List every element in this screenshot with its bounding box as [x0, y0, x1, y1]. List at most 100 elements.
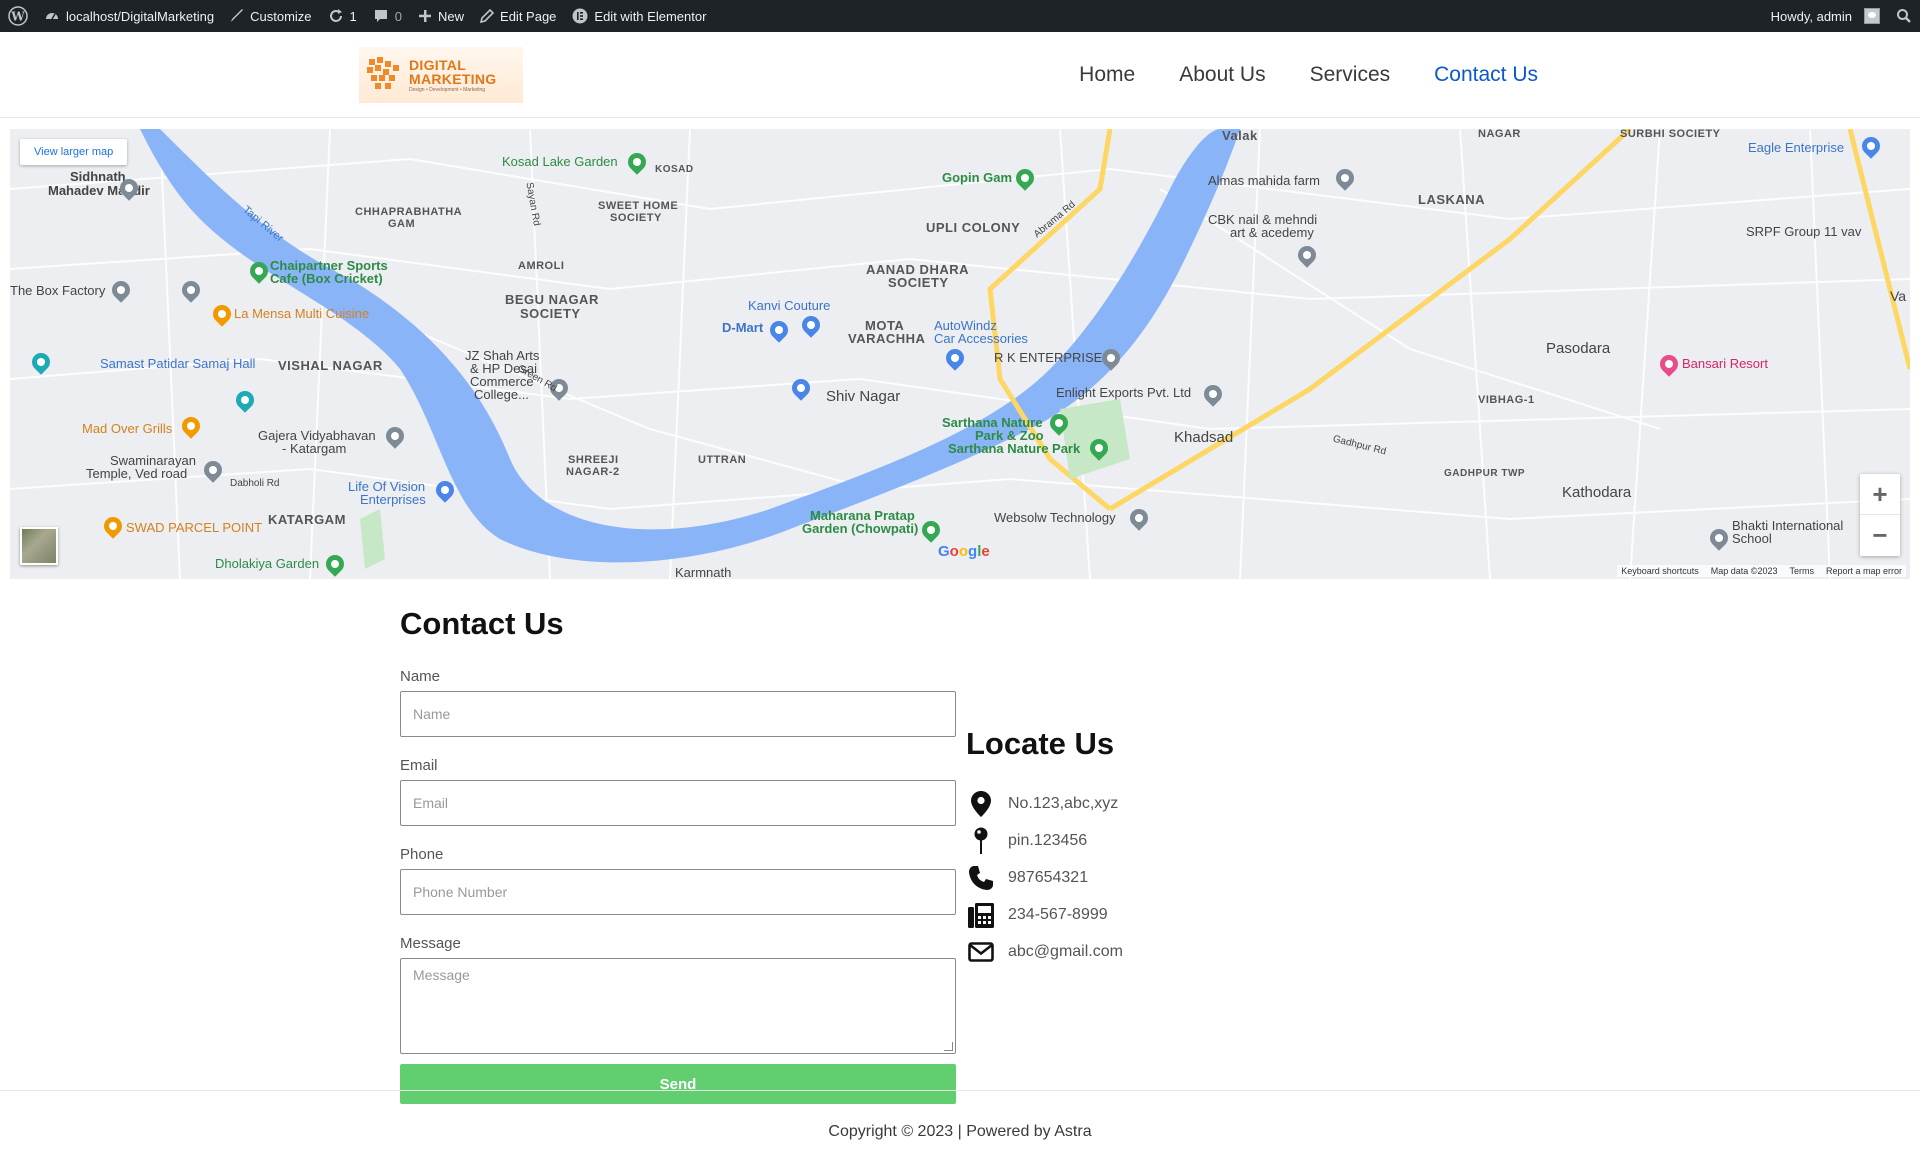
terms-link[interactable]: Terms: [1789, 566, 1814, 576]
admin-updates-link[interactable]: 1: [320, 0, 365, 32]
svg-text:W: W: [10, 10, 25, 24]
report-map-error-link[interactable]: Report a map error: [1826, 566, 1902, 576]
elementor-icon: [572, 8, 588, 24]
map-label: - Katargam: [282, 441, 347, 456]
locate-title: Locate Us: [966, 726, 1115, 761]
search-icon: [1897, 9, 1911, 23]
map-label: College...: [474, 387, 529, 402]
map-label: Samast Patidar Samaj Hall: [100, 356, 256, 371]
message-field[interactable]: Message: [400, 958, 956, 1054]
map-label: Mad Over Grills: [82, 421, 173, 436]
admin-howdy-label: Howdy, admin: [1770, 8, 1852, 24]
google-map[interactable]: View larger map Sidhnath Mahadev Mandir …: [10, 129, 1910, 579]
zoom-out-button[interactable]: −: [1860, 515, 1900, 556]
map-zoom-controls: + −: [1860, 474, 1900, 556]
admin-search-button[interactable]: [1888, 0, 1920, 32]
map-label: Karmnath: [675, 565, 732, 579]
map-label: LASKANA: [1418, 192, 1486, 207]
admin-comments-count: 0: [394, 8, 403, 24]
envelope-icon: [966, 937, 996, 967]
map-label: KATARGAM: [268, 512, 346, 527]
avatar: [1864, 8, 1880, 24]
phone-text: 987654321: [1008, 868, 1089, 886]
site-header: DIGITAL MARKETING Design • Development •…: [0, 32, 1920, 118]
zoom-in-button[interactable]: +: [1860, 474, 1900, 515]
admin-edit-page-link[interactable]: Edit Page: [472, 0, 564, 32]
comment-icon: [374, 10, 387, 22]
keyboard-shortcuts-link[interactable]: Keyboard shortcuts: [1621, 566, 1699, 576]
nav-contact-us[interactable]: Contact Us: [1434, 63, 1538, 87]
main-nav: Home About Us Services Contact Us: [1079, 32, 1538, 118]
map-label: SWEET HOME: [598, 200, 679, 212]
map-label: Valak: [1222, 129, 1258, 143]
copyright-text: Copyright © 2023 | Powered by Astra: [828, 1123, 1092, 1140]
map-label: Garden (Chowpati): [802, 521, 919, 536]
wordpress-logo-icon[interactable]: W: [0, 0, 36, 32]
message-placeholder: Message: [413, 967, 470, 983]
list-item: 234-567-8999: [966, 896, 1123, 933]
map-label: The Box Factory: [10, 283, 106, 298]
map-label: Gopin Gam: [942, 170, 1013, 185]
phone-field[interactable]: Phone Number: [400, 869, 956, 915]
map-label: GAM: [388, 218, 416, 230]
map-label: Pasodara: [1546, 340, 1611, 357]
map-label: KOSAD: [655, 164, 694, 175]
map-label: Car Accessories: [934, 331, 1028, 346]
email-text: abc@gmail.com: [1008, 942, 1123, 960]
map-label: VARACHHA: [848, 331, 926, 346]
map-label: SOCIETY: [888, 275, 949, 290]
map-label: Va: [1890, 288, 1907, 304]
map-label: SURBHI SOCIETY: [1620, 129, 1721, 140]
fax-text: 234-567-8999: [1008, 905, 1108, 923]
map-label: Kosad Lake Garden: [502, 154, 618, 169]
list-item: 987654321: [966, 859, 1123, 896]
name-field[interactable]: Name: [400, 691, 956, 737]
list-item: No.123,abc,xyz: [966, 785, 1123, 822]
admin-account-menu[interactable]: Howdy, admin: [1763, 0, 1888, 32]
nav-about-us[interactable]: About Us: [1179, 63, 1265, 87]
map-label: AMROLI: [518, 260, 565, 272]
map-label: Enterprises: [360, 492, 426, 507]
map-marker-icon: [966, 789, 996, 819]
admin-new-label: New: [438, 8, 465, 24]
admin-comments-link[interactable]: 0: [365, 0, 410, 32]
site-logo[interactable]: DIGITAL MARKETING Design • Development •…: [359, 47, 523, 103]
email-field[interactable]: Email: [400, 780, 956, 826]
map-label: Eagle Enterprise: [1748, 140, 1845, 155]
contact-form: Name Name Email Email Phone Phone Number…: [400, 668, 956, 1104]
admin-elementor-link[interactable]: Edit with Elementor: [564, 0, 714, 32]
map-label: VIBHAG-1: [1478, 394, 1535, 406]
fax-icon: [966, 900, 996, 930]
message-label: Message: [400, 935, 461, 952]
map-label: NAGAR: [1478, 129, 1521, 140]
satellite-toggle-button[interactable]: [20, 527, 58, 565]
map-label: SOCIETY: [520, 306, 581, 321]
map-label: Websolw Technology: [994, 510, 1116, 525]
admin-customize-link[interactable]: Customize: [222, 0, 319, 32]
map-label: UTTRAN: [698, 454, 747, 466]
nav-home[interactable]: Home: [1079, 63, 1135, 87]
view-larger-map-link[interactable]: View larger map: [20, 139, 128, 165]
logo-mark-icon: [363, 53, 407, 97]
pencil-icon: [480, 9, 495, 23]
phone-placeholder: Phone Number: [413, 884, 508, 900]
admin-bar: W localhost/DigitalMarketing Customize 1…: [0, 0, 1920, 32]
map-label: Shiv Nagar: [826, 388, 901, 405]
map-label: D-Mart: [722, 320, 764, 335]
admin-site-label: localhost/DigitalMarketing: [66, 8, 215, 24]
site-footer: Copyright © 2023 | Powered by Astra: [0, 1090, 1920, 1170]
map-label: SRPF Group 11 vav: [1746, 224, 1862, 239]
admin-edit-page-label: Edit Page: [500, 8, 557, 24]
map-label: Kanvi Couture: [748, 298, 831, 313]
map-label: Bansari Resort: [1682, 356, 1768, 371]
nav-services[interactable]: Services: [1310, 63, 1391, 87]
map-label: Dabholi Rd: [230, 478, 280, 489]
google-logo: Google: [938, 543, 990, 560]
map-label: R K ENTERPRISE: [994, 350, 1103, 365]
map-label: Sidhnath: [70, 169, 126, 184]
name-placeholder: Name: [413, 706, 451, 722]
map-data-text: Map data ©2023: [1710, 566, 1778, 576]
admin-site-link[interactable]: localhost/DigitalMarketing: [36, 0, 222, 32]
admin-new-link[interactable]: New: [410, 0, 472, 32]
locate-list: No.123,abc,xyz pin.123456 987654321 234-…: [966, 785, 1123, 970]
